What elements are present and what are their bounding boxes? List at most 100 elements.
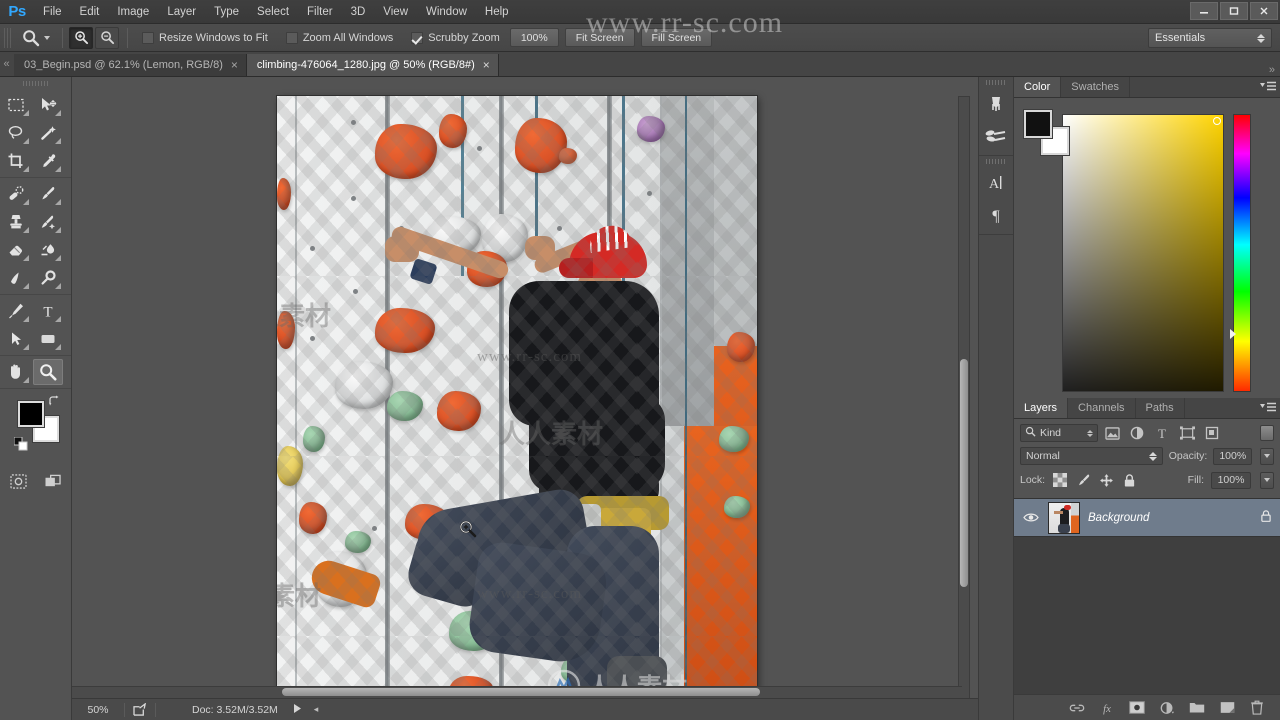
zoom-100-button[interactable]: 100% — [509, 28, 559, 47]
zoom-level[interactable]: 50% — [72, 704, 124, 716]
canvas-vertical-scrollbar[interactable] — [958, 96, 970, 704]
menu-3d[interactable]: 3D — [342, 0, 375, 24]
pen-tool[interactable] — [1, 298, 31, 324]
zoom-out-button[interactable] — [95, 26, 119, 49]
resize-windows-to-fit-checkbox[interactable]: Resize Windows to Fit — [142, 31, 268, 44]
options-bar-grip[interactable] — [4, 27, 11, 48]
brush-tool[interactable] — [33, 181, 63, 207]
menu-edit[interactable]: Edit — [71, 0, 109, 24]
saturation-brightness-field[interactable] — [1062, 114, 1224, 392]
layers-panel-menu-icon[interactable] — [1256, 398, 1280, 418]
menu-file[interactable]: File — [34, 0, 71, 24]
zoom-in-button[interactable] — [69, 26, 93, 49]
lock-position-icon[interactable] — [1098, 472, 1114, 488]
image-canvas[interactable]: 人人素材 www.rr-sc.com www.rr-sc.com 人人素材 人人… — [277, 96, 757, 704]
scrubby-zoom-checkbox[interactable]: Scrubby Zoom — [411, 31, 500, 44]
tool-preset-chevron-down-icon[interactable] — [44, 35, 50, 40]
menu-filter[interactable]: Filter — [298, 0, 342, 24]
type-tool[interactable]: T — [33, 298, 63, 324]
fill-screen-button[interactable]: Fill Screen — [640, 28, 713, 47]
adjustment-layer-filter-icon[interactable] — [1126, 424, 1148, 442]
lock-image-pixels-icon[interactable] — [1075, 472, 1091, 488]
fill-value[interactable]: 100% — [1211, 471, 1251, 489]
menu-image[interactable]: Image — [108, 0, 158, 24]
fill-stepper-icon[interactable] — [1260, 471, 1274, 489]
new-group-icon[interactable] — [1188, 699, 1206, 717]
hand-tool[interactable] — [1, 359, 31, 385]
filter-toggle-switch[interactable] — [1260, 425, 1274, 441]
rectangular-marquee-tool[interactable] — [1, 92, 31, 118]
zoom-tool[interactable] — [33, 359, 63, 385]
layer-list[interactable]: Background — [1014, 498, 1280, 694]
dodge-tool[interactable] — [33, 265, 63, 291]
kind-chevron-icon[interactable] — [1087, 429, 1093, 437]
crop-tool[interactable] — [1, 148, 31, 174]
status-expand-arrow[interactable]: ◂ — [314, 704, 319, 715]
layer-name[interactable]: Background — [1088, 512, 1149, 524]
screen-mode-icon[interactable] — [42, 471, 64, 491]
workspace-switcher[interactable]: Essentials — [1148, 28, 1272, 48]
blend-mode-select[interactable]: Normal — [1020, 447, 1163, 465]
new-layer-icon[interactable] — [1218, 699, 1236, 717]
type-layer-filter-icon[interactable]: T — [1151, 424, 1173, 442]
tools-panel-grip[interactable] — [0, 77, 71, 89]
gradient-tool[interactable] — [33, 237, 63, 263]
panel-foreground-color[interactable] — [1024, 110, 1052, 138]
close-icon[interactable]: × — [231, 59, 238, 71]
lasso-tool[interactable] — [1, 120, 31, 146]
default-colors-icon[interactable] — [13, 436, 28, 451]
layer-thumbnail[interactable] — [1048, 501, 1080, 534]
move-tool[interactable] — [33, 92, 63, 118]
zoom-all-windows-checkbox-box[interactable] — [285, 31, 298, 44]
dock-grip-top[interactable] — [979, 77, 1013, 88]
tab-paths[interactable]: Paths — [1136, 398, 1185, 418]
tab-bar-overflow-icon[interactable] — [2, 52, 11, 76]
tab-layers[interactable]: Layers — [1014, 398, 1069, 418]
lock-icon[interactable] — [1260, 509, 1272, 526]
hue-slider[interactable] — [1230, 114, 1251, 392]
close-button[interactable] — [1250, 2, 1278, 20]
resize-windows-checkbox-box[interactable] — [142, 31, 154, 44]
hue-slider-marker[interactable] — [1230, 329, 1236, 339]
swap-colors-icon[interactable] — [48, 395, 60, 407]
add-layer-mask-icon[interactable] — [1128, 699, 1146, 717]
horizontal-scroll-thumb[interactable] — [282, 688, 760, 696]
layer-filter-kind-select[interactable]: Kind — [1020, 424, 1098, 442]
lock-transparent-pixels-icon[interactable] — [1052, 472, 1068, 488]
play-triangle-icon[interactable] — [292, 703, 302, 717]
color-panel-menu-icon[interactable] — [1256, 77, 1280, 97]
smart-object-filter-icon[interactable] — [1201, 424, 1223, 442]
menu-view[interactable]: View — [374, 0, 417, 24]
canvas-horizontal-scrollbar[interactable] — [72, 686, 962, 698]
rectangle-tool[interactable] — [33, 326, 63, 352]
spot-healing-brush-tool[interactable] — [1, 181, 31, 207]
link-layers-icon[interactable] — [1068, 699, 1086, 717]
path-selection-tool[interactable] — [1, 326, 31, 352]
scrubby-zoom-checkbox-box[interactable] — [411, 31, 424, 44]
pixel-layer-filter-icon[interactable] — [1101, 424, 1123, 442]
blend-mode-chevron-icon[interactable] — [1148, 451, 1157, 461]
vertical-scroll-thumb[interactable] — [960, 359, 968, 587]
foreground-color-swatch[interactable] — [18, 401, 44, 427]
tab-channels[interactable]: Channels — [1068, 398, 1136, 418]
layer-style-fx-icon[interactable]: fx — [1098, 699, 1116, 717]
menu-layer[interactable]: Layer — [158, 0, 205, 24]
menu-type[interactable]: Type — [205, 0, 248, 24]
fit-screen-button[interactable]: Fit Screen — [564, 28, 635, 47]
brush-presets-panel-icon[interactable] — [979, 120, 1013, 152]
share-icon[interactable] — [125, 703, 155, 716]
zoom-all-windows-checkbox[interactable]: Zoom All Windows — [285, 31, 393, 44]
opacity-stepper-icon[interactable] — [1260, 447, 1274, 465]
eye-icon[interactable] — [1022, 512, 1040, 523]
brush-panel-icon[interactable] — [979, 88, 1013, 120]
magic-wand-tool[interactable] — [33, 120, 63, 146]
blur-tool[interactable] — [1, 265, 31, 291]
layer-row-background[interactable]: Background — [1014, 499, 1280, 537]
quick-mask-icon[interactable] — [8, 471, 30, 491]
dock-grip-type[interactable] — [979, 156, 1013, 167]
shape-layer-filter-icon[interactable] — [1176, 424, 1198, 442]
document-tab-climbing[interactable]: climbing-476064_1280.jpg @ 50% (RGB/8#) … — [246, 54, 499, 76]
document-tab-03-begin[interactable]: 03_Begin.psd @ 62.1% (Lemon, RGB/8) × — [14, 54, 247, 76]
new-adjustment-layer-icon[interactable] — [1158, 699, 1176, 717]
eyedropper-tool[interactable] — [33, 148, 63, 174]
